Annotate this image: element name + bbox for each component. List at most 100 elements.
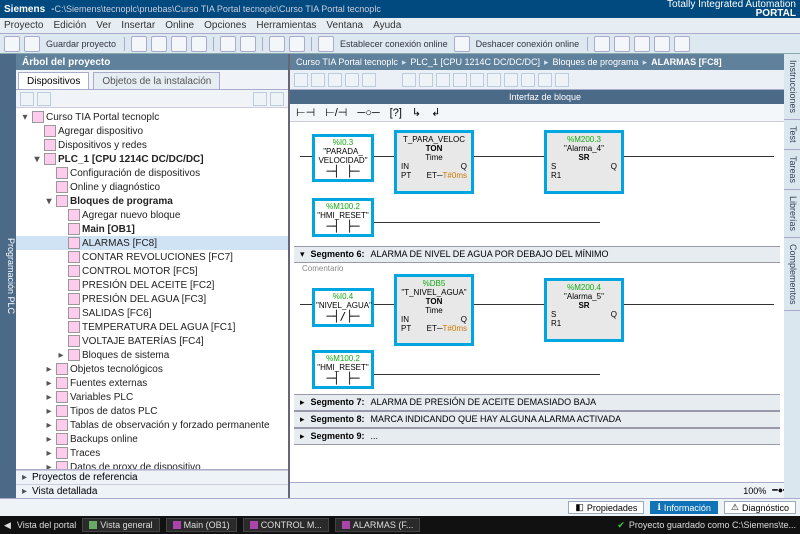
tree-node[interactable]: Online y diagnóstico <box>16 180 288 194</box>
tree-node[interactable]: ▸Variables PLC <box>16 390 288 404</box>
crumb-item[interactable]: PLC_1 [CPU 1214C DC/DC/DC] <box>410 57 540 67</box>
twisty-icon[interactable]: ▾ <box>20 112 30 123</box>
ed-icon[interactable] <box>345 73 359 87</box>
segment-9-header[interactable]: ▸ Segmento 9:... <box>294 428 780 445</box>
coil-icon[interactable]: ─○─ <box>357 107 379 119</box>
ed-icon[interactable] <box>487 73 501 87</box>
redo-icon[interactable] <box>240 36 256 52</box>
segment-8-header[interactable]: ▸ Segmento 8:MARCA INDICANDO QUE HAY ALG… <box>294 411 780 428</box>
twisty-icon[interactable]: ▸ <box>44 406 54 417</box>
menu-online[interactable]: Online <box>165 20 194 31</box>
ed-icon[interactable] <box>362 73 376 87</box>
go-online-button[interactable]: Establecer conexión online <box>338 39 450 49</box>
upload-icon[interactable] <box>289 36 305 52</box>
undo-icon[interactable] <box>220 36 236 52</box>
tab-diagnostics[interactable]: ⚠Diagnóstico <box>724 501 796 514</box>
tree-node[interactable]: ▸Backups online <box>16 432 288 446</box>
sidetab-librerías[interactable]: Librerías <box>784 190 800 238</box>
contact-no-icon[interactable]: ⊢⊣ <box>296 106 315 119</box>
menu-opciones[interactable]: Opciones <box>204 20 246 31</box>
tree-node[interactable]: CONTAR REVOLUCIONES [FC7] <box>16 250 288 264</box>
segment-comment[interactable]: Comentario <box>294 263 780 274</box>
ed-icon[interactable] <box>294 73 308 87</box>
zoom-value[interactable]: 100% <box>743 486 766 496</box>
twisty-icon[interactable]: ▸ <box>56 350 66 361</box>
tab-information[interactable]: ℹInformación <box>650 501 717 514</box>
go-offline-button[interactable]: Deshacer conexión online <box>474 39 582 49</box>
tab-devices[interactable]: Dispositivos <box>18 72 89 89</box>
portal-view-button[interactable]: Vista del portal <box>17 520 76 530</box>
menu-ayuda[interactable]: Ayuda <box>373 20 401 31</box>
twisty-icon[interactable]: ▸ <box>44 434 54 445</box>
copy-icon[interactable] <box>151 36 167 52</box>
crumb-item[interactable]: Bloques de programa <box>553 57 639 67</box>
crumb-item[interactable]: Curso TIA Portal tecnoplc <box>296 57 398 67</box>
ed-icon[interactable] <box>436 73 450 87</box>
taskbar-item[interactable]: Main (OB1) <box>166 518 237 532</box>
tree-node[interactable]: CONTROL MOTOR [FC5] <box>16 264 288 278</box>
tree-node[interactable]: PRESIÓN DEL ACEITE [FC2] <box>16 278 288 292</box>
timer-ton-block[interactable]: T_PARA_VELOC TON Time INQ PTET─T#0ms <box>394 130 474 194</box>
tree-node[interactable]: ▸Datos de proxy de dispositivo <box>16 460 288 469</box>
tree-node[interactable]: PRESIÓN DEL AGUA [FC3] <box>16 292 288 306</box>
ed-icon[interactable] <box>311 73 325 87</box>
taskbar-item[interactable]: Vista general <box>82 518 159 532</box>
tree-node[interactable]: ▸Bloques de sistema <box>16 348 288 362</box>
tree-node[interactable]: ▸Objetos tecnológicos <box>16 362 288 376</box>
tree-node[interactable]: Dispositivos y redes <box>16 138 288 152</box>
twisty-icon[interactable]: ▸ <box>44 378 54 389</box>
tree-node[interactable]: ▾Curso TIA Portal tecnoplc <box>16 110 288 124</box>
open-icon[interactable] <box>24 36 40 52</box>
timer-ton-block[interactable]: %DB5 "T_NIVEL_AGUA" TON Time INQ PTET─T#… <box>394 274 474 346</box>
contact-parada-velocidad[interactable]: %I0.3 "PARADA_ VELOCIDAD" ─┤ ├─ <box>312 134 374 182</box>
download-icon[interactable] <box>269 36 285 52</box>
detail-view-row[interactable]: ▸Vista detallada <box>16 484 288 498</box>
tree-node[interactable]: SALIDAS [FC6] <box>16 306 288 320</box>
tb-icon-a[interactable] <box>594 36 610 52</box>
tree-node[interactable]: ▾PLC_1 [CPU 1214C DC/DC/DC] <box>16 152 288 166</box>
tree-node[interactable]: ▾Bloques de programa <box>16 194 288 208</box>
ed-icon[interactable] <box>538 73 552 87</box>
menu-insertar[interactable]: Insertar <box>121 20 155 31</box>
delete-icon[interactable] <box>191 36 207 52</box>
tab-properties[interactable]: ◧Propiedades <box>568 501 644 514</box>
tb-icon-c[interactable] <box>634 36 650 52</box>
contact-nc-icon[interactable]: ⊢/⊣ <box>325 106 347 119</box>
tree-node[interactable]: Agregar dispositivo <box>16 124 288 138</box>
tab-plant-objects[interactable]: Objetos de la instalación <box>93 72 220 89</box>
ed-icon[interactable] <box>328 73 342 87</box>
cut-icon[interactable] <box>131 36 147 52</box>
twisty-icon[interactable]: ▸ <box>44 448 54 459</box>
tb-icon-d[interactable] <box>654 36 670 52</box>
tree-node[interactable]: ▸Fuentes externas <box>16 376 288 390</box>
save-project-button[interactable]: Guardar proyecto <box>44 39 118 49</box>
tree-node[interactable]: TEMPERATURA DEL AGUA [FC1] <box>16 320 288 334</box>
side-tab-left[interactable]: Programación PLC <box>0 54 16 498</box>
block-interface-strip[interactable]: Interfaz de bloque <box>290 90 800 104</box>
sr-flipflop-block[interactable]: %M200.4 "Alarma_5" SR SQ R1 <box>544 278 624 342</box>
segment-7-header[interactable]: ▸ Segmento 7:ALARMA DE PRESIÓN DE ACEITE… <box>294 394 780 411</box>
tree-node[interactable]: VOLTAJE BATERÍAS [FC4] <box>16 334 288 348</box>
menu-ver[interactable]: Ver <box>96 20 111 31</box>
crumb-item[interactable]: ALARMAS [FC8] <box>651 57 722 67</box>
menu-proyecto[interactable]: Proyecto <box>4 20 43 31</box>
tree-node[interactable]: ▸Tablas de observación y forzado permane… <box>16 418 288 432</box>
branch-close-icon[interactable]: ↲ <box>431 106 440 119</box>
tb-icon-b[interactable] <box>614 36 630 52</box>
ref-projects-row[interactable]: ▸Proyectos de referencia <box>16 470 288 484</box>
tree-node[interactable]: ALARMAS [FC8] <box>16 236 288 250</box>
tree-tool-icon[interactable] <box>270 92 284 106</box>
tree-tool-icon[interactable] <box>37 92 51 106</box>
tree-node[interactable]: Main [OB1] <box>16 222 288 236</box>
contact-hmi-reset[interactable]: %M100.2 "HMI_RESET" ─┤ ├─ <box>312 198 374 237</box>
contact-hmi-reset[interactable]: %M100.2 "HMI_RESET" ─┤ ├─ <box>312 350 374 389</box>
contact-nivel-agua[interactable]: %I0.4 "NIVEL_AGUA" ─┤/├─ <box>312 288 374 327</box>
unlink-icon[interactable] <box>454 36 470 52</box>
project-tree[interactable]: ▾Curso TIA Portal tecnoplc Agregar dispo… <box>16 108 288 469</box>
menu-ventana[interactable]: Ventana <box>326 20 363 31</box>
sr-flipflop-block[interactable]: %M200.3 "Alarma_4" SR SQ R1 <box>544 130 624 194</box>
taskbar-item[interactable]: CONTROL M... <box>243 518 329 532</box>
box-icon[interactable]: [?] <box>390 107 402 119</box>
ed-icon[interactable] <box>521 73 535 87</box>
tree-node[interactable]: ▸Traces <box>16 446 288 460</box>
